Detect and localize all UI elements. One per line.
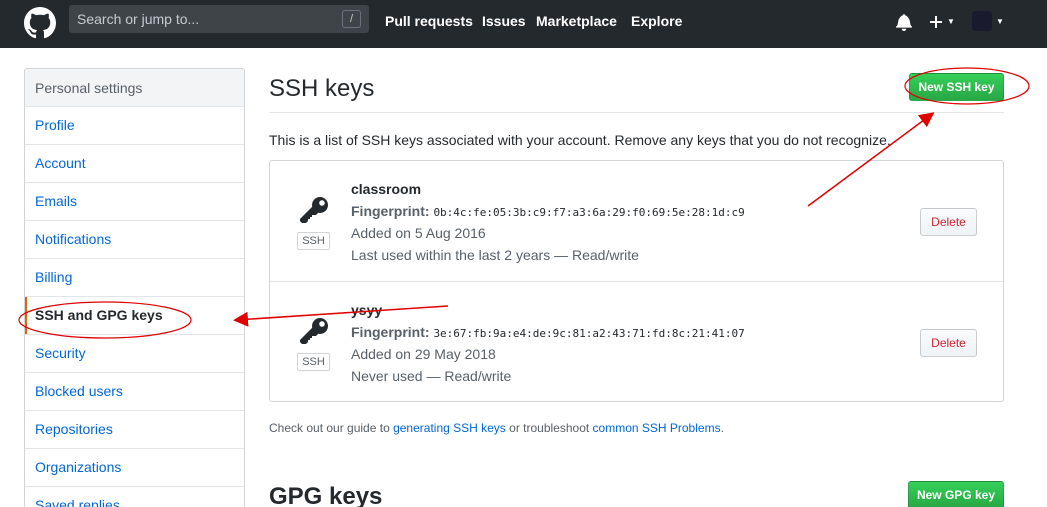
- key-fingerprint: Fingerprint: 0b:4c:fe:05:3b:c9:f7:a3:6a:…: [351, 203, 745, 219]
- sidebar-item-saved-replies[interactable]: Saved replies: [25, 487, 244, 507]
- sidebar-item-billing[interactable]: Billing: [25, 259, 244, 297]
- ssh-keys-title: SSH keys: [269, 75, 375, 102]
- ssh-badge: SSH: [297, 353, 330, 371]
- gpg-keys-title: GPG keys: [269, 483, 383, 507]
- search-shortcut-key: /: [342, 10, 361, 28]
- ssh-guide-text: Check out our guide to generating SSH ke…: [269, 421, 724, 435]
- guide-suffix: .: [720, 421, 724, 435]
- new-ssh-key-button[interactable]: New SSH key: [909, 73, 1004, 101]
- ssh-keys-list: SSH classroom Fingerprint: 0b:4c:fe:05:3…: [269, 160, 1004, 402]
- generating-ssh-keys-link[interactable]: generating SSH keys: [393, 421, 506, 435]
- delete-key-button[interactable]: Delete: [920, 329, 977, 357]
- nav-pull-requests[interactable]: Pull requests: [385, 13, 473, 29]
- ssh-badge: SSH: [297, 232, 330, 250]
- fingerprint-value: 0b:4c:fe:05:3b:c9:f7:a3:6a:29:f0:69:5e:2…: [433, 206, 745, 219]
- sidebar-item-profile[interactable]: Profile: [25, 107, 244, 145]
- guide-prefix: Check out our guide to: [269, 421, 394, 435]
- chevron-down-icon[interactable]: ▼: [996, 17, 1004, 26]
- key-usage: Last used within the last 2 years — Read…: [351, 247, 639, 263]
- list-item: SSH ysyy Fingerprint: 3e:67:fb:9a:e4:de:…: [270, 281, 1003, 401]
- settings-sidebar: Personal settings Profile Account Emails…: [24, 68, 245, 507]
- sidebar-item-repositories[interactable]: Repositories: [25, 411, 244, 449]
- plus-icon[interactable]: [929, 14, 943, 30]
- sidebar-item-blocked-users[interactable]: Blocked users: [25, 373, 244, 411]
- fingerprint-label: Fingerprint:: [351, 324, 430, 340]
- key-title: ysyy: [351, 302, 383, 318]
- sidebar-item-emails[interactable]: Emails: [25, 183, 244, 221]
- sidebar-item-organizations[interactable]: Organizations: [25, 449, 244, 487]
- new-gpg-key-button[interactable]: New GPG key: [908, 481, 1004, 507]
- search-input[interactable]: Search or jump to... /: [69, 5, 369, 33]
- nav-marketplace[interactable]: Marketplace: [536, 13, 617, 29]
- key-added-date: Added on 29 May 2018: [351, 346, 496, 362]
- github-logo-icon[interactable]: [24, 7, 56, 39]
- sidebar-item-notifications[interactable]: Notifications: [25, 221, 244, 259]
- chevron-down-icon[interactable]: ▼: [947, 17, 955, 26]
- key-title: classroom: [351, 181, 422, 197]
- search-placeholder: Search or jump to...: [77, 11, 200, 27]
- key-icon: [300, 318, 328, 344]
- nav-explore[interactable]: Explore: [631, 13, 682, 29]
- fingerprint-label: Fingerprint:: [351, 203, 430, 219]
- key-fingerprint: Fingerprint: 3e:67:fb:9a:e4:de:9c:81:a2:…: [351, 324, 745, 340]
- top-navbar: Search or jump to... / Pull requests Iss…: [0, 0, 1047, 48]
- common-ssh-problems-link[interactable]: common SSH Problems: [593, 421, 721, 435]
- delete-key-button[interactable]: Delete: [920, 208, 977, 236]
- avatar[interactable]: [972, 11, 992, 31]
- sidebar-item-ssh-gpg-keys[interactable]: SSH and GPG keys: [25, 297, 244, 335]
- guide-middle: or troubleshoot: [505, 421, 593, 435]
- fingerprint-value: 3e:67:fb:9a:e4:de:9c:81:a2:43:71:fd:8c:2…: [433, 327, 745, 340]
- bell-icon[interactable]: [896, 13, 912, 31]
- ssh-keys-description: This is a list of SSH keys associated wi…: [269, 132, 891, 148]
- sidebar-item-security[interactable]: Security: [25, 335, 244, 373]
- list-item: SSH classroom Fingerprint: 0b:4c:fe:05:3…: [270, 161, 1003, 281]
- key-icon: [300, 197, 328, 223]
- sidebar-heading: Personal settings: [25, 69, 244, 107]
- key-added-date: Added on 5 Aug 2016: [351, 225, 486, 241]
- key-usage: Never used — Read/write: [351, 368, 512, 384]
- sidebar-item-account[interactable]: Account: [25, 145, 244, 183]
- nav-issues[interactable]: Issues: [482, 13, 526, 29]
- divider: [269, 112, 1004, 113]
